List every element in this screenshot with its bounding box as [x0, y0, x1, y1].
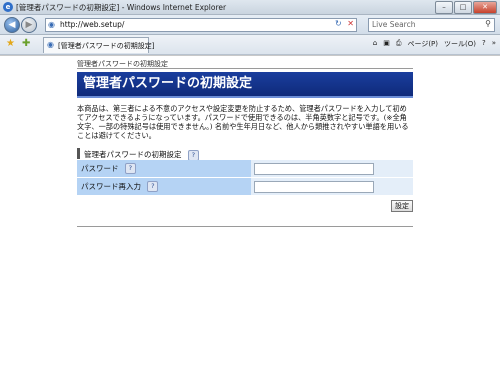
- add-favorites-icon[interactable]: ✚: [22, 38, 30, 49]
- search-box[interactable]: Live Search ⚲: [368, 18, 495, 32]
- refresh-icon[interactable]: ↻: [335, 19, 342, 28]
- ie-logo-icon: e: [3, 2, 13, 12]
- address-bar[interactable]: ◉ http://web.setup/ ↻ ✕: [45, 18, 357, 32]
- password-confirm-label: パスワード再入力: [81, 181, 141, 191]
- print-icon[interactable]: ⎙: [396, 39, 402, 49]
- title-bar: e [管理者パスワードの初期設定] - Windows Internet Exp…: [0, 0, 500, 15]
- help-icon[interactable]: ?: [482, 39, 486, 49]
- feeds-icon[interactable]: ▣: [383, 39, 390, 49]
- section-marker: [77, 148, 80, 159]
- favorites-star-icon[interactable]: ★: [6, 38, 15, 49]
- back-button[interactable]: ◀: [4, 17, 20, 33]
- maximize-button[interactable]: □: [454, 1, 472, 14]
- page-description: 本商品は、第三者による不意のアクセスや設定変更を防止するため、管理者パスワードを…: [77, 104, 409, 140]
- button-row: 設定: [77, 200, 413, 212]
- tools-menu[interactable]: ツール(O): [444, 39, 476, 49]
- navigation-bar: ◀ ▶ ◉ http://web.setup/ ↻ ✕ Live Search …: [0, 15, 500, 35]
- address-url[interactable]: http://web.setup/: [60, 20, 124, 29]
- page-content: 管理者パスワードの初期設定 管理者パスワードの初期設定 本商品は、第三者による不…: [0, 55, 500, 384]
- password-form: パスワード ? パスワード再入力 ?: [77, 160, 413, 196]
- submit-button[interactable]: 設定: [391, 200, 413, 212]
- password-confirm-help-icon[interactable]: ?: [147, 181, 159, 193]
- page-icon: ◉: [48, 20, 55, 29]
- password-input[interactable]: [254, 162, 374, 175]
- minimize-button[interactable]: –: [435, 1, 453, 14]
- password-help-icon[interactable]: ?: [124, 163, 136, 175]
- password-row: パスワード ?: [77, 160, 413, 178]
- close-button[interactable]: ✕: [473, 1, 497, 14]
- forward-button[interactable]: ▶: [21, 17, 37, 33]
- command-buttons: ⌂ ▣ ⎙ ページ(P) ツール(O) ? »: [373, 39, 496, 49]
- window-title: [管理者パスワードの初期設定] - Windows Internet Explo…: [16, 3, 227, 12]
- search-input[interactable]: Live Search: [372, 20, 415, 29]
- search-icon[interactable]: ⚲: [485, 19, 491, 28]
- section-header: 管理者パスワードの初期設定 ?: [77, 148, 413, 161]
- command-bar: ★ ✚ ◉ [管理者パスワードの初期設定] ⌂ ▣ ⎙ ページ(P) ツール(O…: [0, 35, 500, 55]
- password-confirm-input[interactable]: [254, 180, 374, 193]
- tab-page-icon: ◉: [47, 40, 54, 49]
- window-controls: – □ ✕: [435, 1, 497, 14]
- more-icon[interactable]: »: [492, 39, 496, 49]
- password-confirm-row: パスワード再入力 ?: [77, 177, 413, 196]
- tab-label: [管理者パスワードの初期設定]: [58, 42, 155, 50]
- bottom-divider: [77, 226, 413, 227]
- browser-tab[interactable]: ◉ [管理者パスワードの初期設定]: [43, 37, 154, 53]
- home-icon[interactable]: ⌂: [373, 39, 377, 49]
- stop-icon[interactable]: ✕: [347, 19, 354, 28]
- section-title: 管理者パスワードの初期設定: [84, 150, 182, 159]
- breadcrumb-divider: [77, 68, 413, 69]
- page-menu[interactable]: ページ(P): [407, 39, 438, 49]
- page-title: 管理者パスワードの初期設定: [77, 72, 413, 96]
- section-help-icon[interactable]: ?: [187, 149, 199, 161]
- password-label: パスワード: [81, 163, 119, 173]
- title-underline: [77, 96, 413, 98]
